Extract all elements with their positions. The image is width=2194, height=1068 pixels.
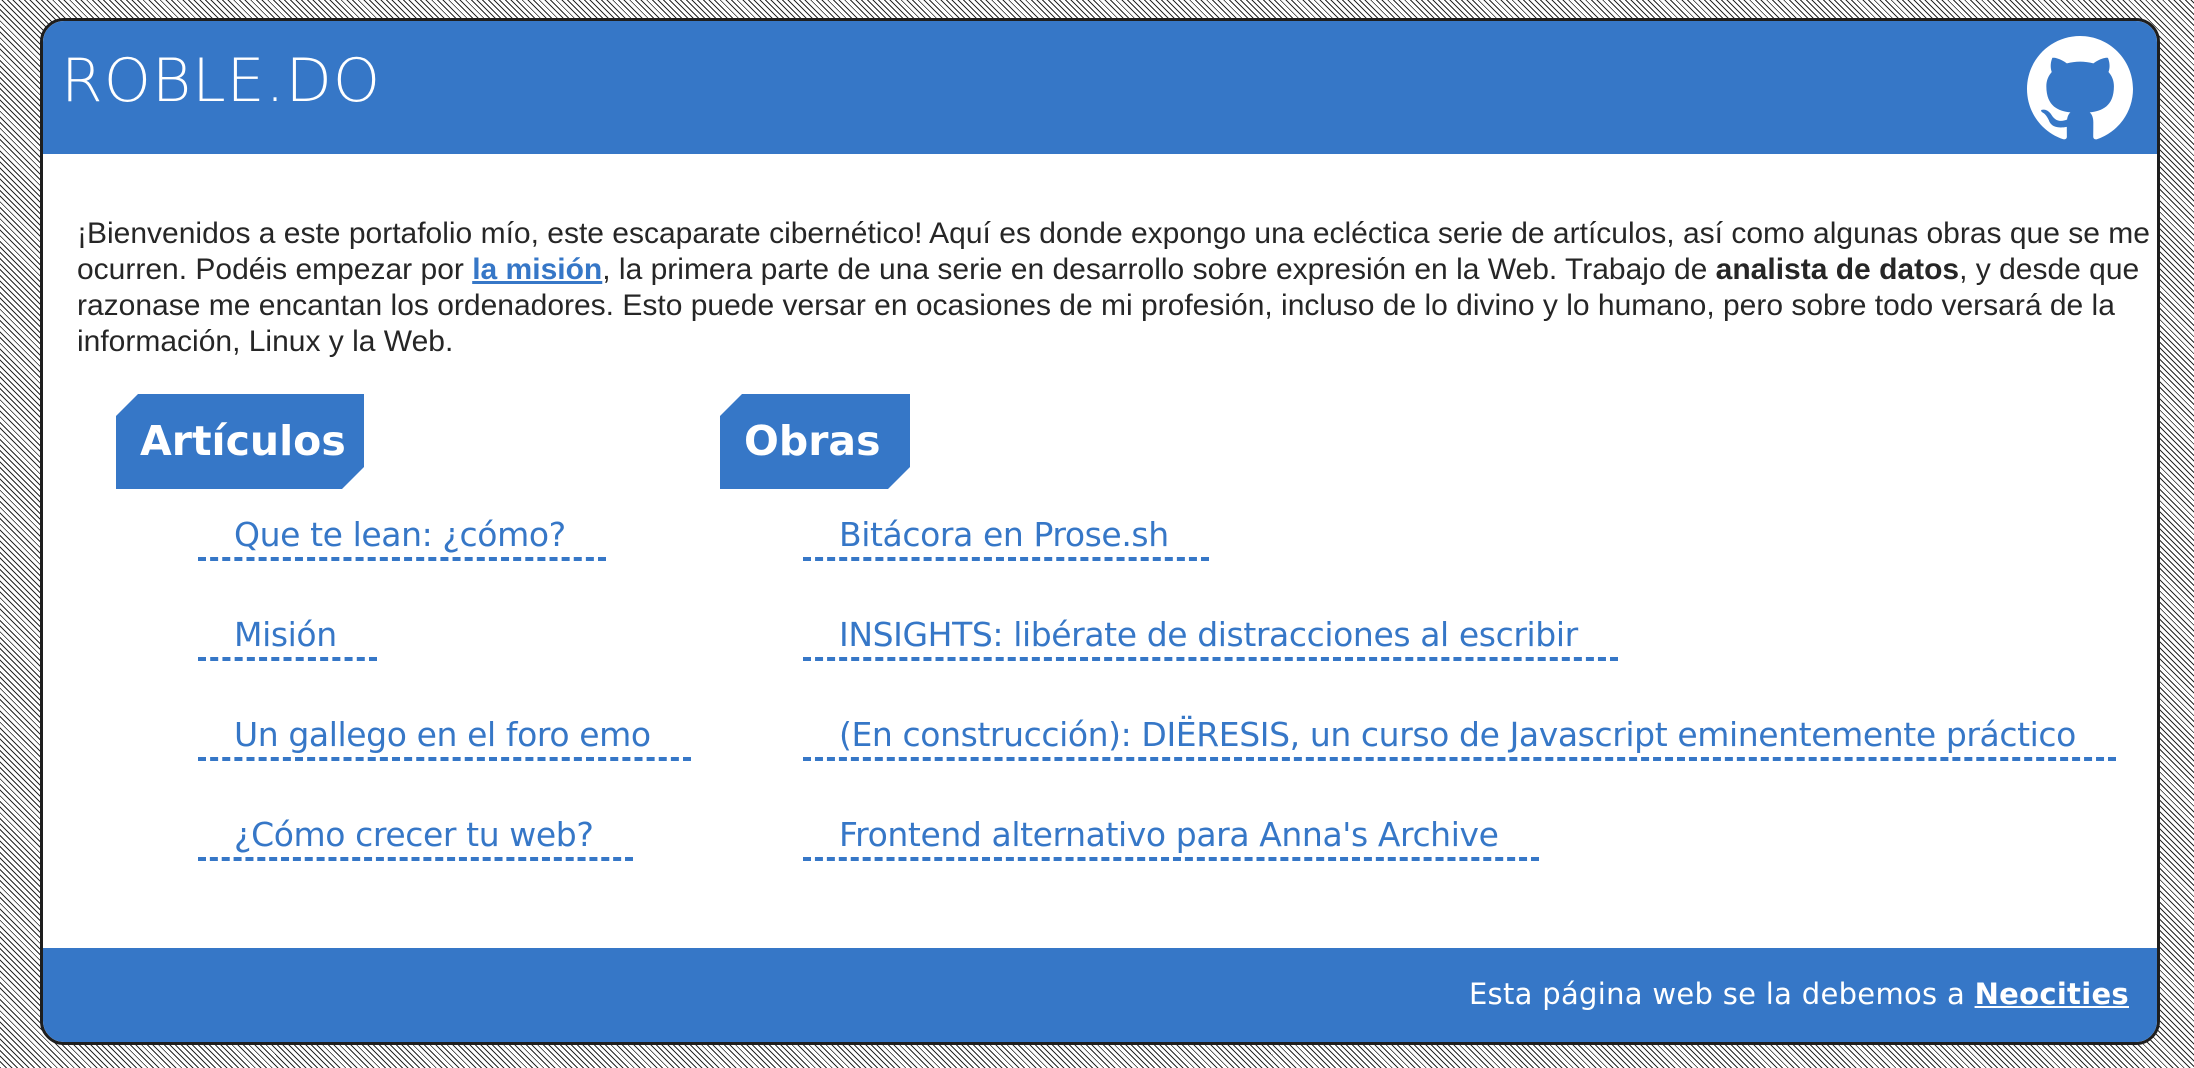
article-link-que-te-lean[interactable]: Que te lean: ¿cómo? bbox=[198, 513, 606, 561]
list-item: Que te lean: ¿cómo? bbox=[198, 513, 606, 573]
github-link[interactable] bbox=[2027, 36, 2133, 142]
list-item: (En construcción): DIËRESIS, un curso de… bbox=[803, 713, 2116, 773]
obras-heading: Obras bbox=[720, 394, 910, 489]
obra-link-annas-archive[interactable]: Frontend alternativo para Anna's Archive bbox=[803, 813, 1539, 861]
site-footer: Esta página web se la debemos a Neocitie… bbox=[43, 948, 2157, 1042]
neocities-link[interactable]: Neocities bbox=[1975, 977, 2129, 1011]
list-item: INSIGHTS: libérate de distracciones al e… bbox=[803, 613, 1618, 673]
footer-credit: Esta página web se la debemos a Neocitie… bbox=[1469, 974, 2129, 1014]
obra-link-insights[interactable]: INSIGHTS: libérate de distracciones al e… bbox=[803, 613, 1618, 661]
list-item: Frontend alternativo para Anna's Archive bbox=[803, 813, 1539, 873]
list-item: ¿Cómo crecer tu web? bbox=[198, 813, 634, 873]
github-icon bbox=[2027, 36, 2133, 142]
list-item: Un gallego en el foro emo bbox=[198, 713, 691, 773]
article-link-gallego-foro-emo[interactable]: Un gallego en el foro emo bbox=[198, 713, 691, 761]
obra-link-dieresis[interactable]: (En construcción): DIËRESIS, un curso de… bbox=[803, 713, 2116, 761]
site-header: ROBLE.DO bbox=[43, 21, 2157, 154]
list-item: Misión bbox=[198, 613, 377, 673]
intro-paragraph: ¡Bienvenidos a este portafolio mío, este… bbox=[77, 216, 2157, 360]
article-link-mision[interactable]: Misión bbox=[198, 613, 377, 661]
list-item: Bitácora en Prose.sh bbox=[803, 513, 1209, 573]
page-frame: ROBLE.DO ¡Bienvenidos a este portafolio … bbox=[40, 18, 2160, 1045]
article-link-crecer-web[interactable]: ¿Cómo crecer tu web? bbox=[198, 813, 634, 861]
intro-role: analista de datos bbox=[1715, 253, 1960, 286]
obra-link-bitacora[interactable]: Bitácora en Prose.sh bbox=[803, 513, 1209, 561]
site-title[interactable]: ROBLE.DO bbox=[61, 51, 381, 111]
intro-text-2: , la primera parte de una serie en desar… bbox=[602, 253, 1716, 286]
footer-text: Esta página web se la debemos a bbox=[1468, 977, 1975, 1011]
articulos-heading: Artículos bbox=[116, 394, 364, 489]
mission-link[interactable]: la misión bbox=[472, 253, 602, 286]
